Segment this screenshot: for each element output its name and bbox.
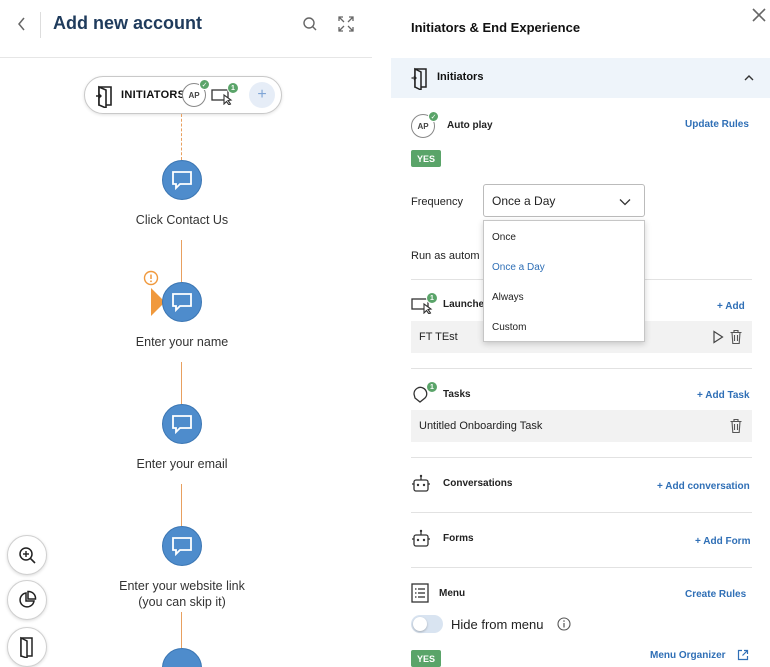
- step-label: Enter your website link (you can skip it…: [119, 579, 245, 609]
- step-label: Click Contact Us: [135, 213, 229, 227]
- expand-icon[interactable]: [337, 15, 355, 33]
- step-label: Enter your email: [136, 457, 228, 471]
- external-link-icon[interactable]: [737, 649, 749, 661]
- step-node[interactable]: [162, 282, 202, 322]
- page-title: Add new account: [53, 13, 203, 33]
- menu-list-icon: [411, 583, 429, 603]
- forms-label: Forms: [443, 533, 474, 544]
- initiators-button[interactable]: [7, 627, 47, 667]
- flow-connector: [181, 484, 182, 526]
- launcher-count-badge: 1: [426, 292, 438, 304]
- frequency-dropdown: Once Once a Day Always Custom: [483, 220, 645, 342]
- pie-chart-icon: [19, 590, 37, 608]
- launcher-count-badge: 1: [227, 82, 239, 94]
- chat-icon: [172, 293, 192, 312]
- toggle-knob: [413, 617, 427, 631]
- add-launcher-link[interactable]: + Add: [717, 301, 745, 312]
- initiators-section-header[interactable]: Initiators: [391, 58, 770, 98]
- section-divider: [411, 512, 752, 513]
- section-divider: [411, 368, 752, 369]
- task-row[interactable]: Untitled Onboarding Task: [411, 410, 752, 442]
- warning-icon[interactable]: [143, 270, 159, 286]
- option-once[interactable]: Once: [492, 232, 516, 243]
- zoom-in-button[interactable]: [7, 535, 47, 575]
- frequency-value: Once a Day: [492, 194, 556, 208]
- check-icon: ✓: [428, 111, 439, 122]
- initiators-pill[interactable]: INITIATORS AP ✓ 1 +: [84, 76, 282, 114]
- door-icon: [96, 85, 112, 108]
- task-name: Untitled Onboarding Task: [419, 420, 543, 432]
- add-form-link[interactable]: + Add Form: [695, 536, 750, 547]
- flow-connector-dashed: [181, 114, 182, 160]
- chevron-left-icon[interactable]: [14, 15, 30, 33]
- menu-status-badge: YES: [411, 650, 441, 667]
- frequency-label: Frequency: [411, 196, 463, 208]
- chevron-up-icon[interactable]: [743, 72, 755, 84]
- door-icon: [411, 67, 427, 90]
- option-custom[interactable]: Custom: [492, 322, 526, 333]
- zoom-in-icon: [19, 547, 36, 564]
- menu-organizer-link[interactable]: Menu Organizer: [650, 650, 726, 661]
- trash-icon[interactable]: [729, 329, 743, 345]
- flow-header: Add new account: [0, 0, 372, 52]
- section-divider: [411, 567, 752, 568]
- step-node[interactable]: [162, 160, 202, 200]
- section-label: Initiators: [437, 71, 484, 83]
- door-icon: [20, 636, 33, 658]
- chat-icon: [172, 537, 192, 556]
- step-node[interactable]: [162, 526, 202, 566]
- flow-connector: [181, 240, 182, 282]
- chevron-down-icon: [619, 199, 631, 206]
- analytics-button[interactable]: [7, 580, 47, 620]
- flow-connector: [181, 612, 182, 648]
- option-once-a-day[interactable]: Once a Day: [492, 262, 545, 273]
- autoplay-status-badge: YES: [411, 150, 441, 167]
- step-node[interactable]: [162, 404, 202, 444]
- menu-label: Menu: [439, 588, 466, 599]
- step-node[interactable]: [162, 648, 202, 667]
- chat-icon: [172, 415, 192, 434]
- option-always[interactable]: Always: [492, 292, 524, 303]
- section-divider: [411, 457, 752, 458]
- create-rules-link[interactable]: Create Rules: [685, 589, 746, 600]
- update-rules-link[interactable]: Update Rules: [685, 119, 749, 130]
- header-rule: [0, 57, 372, 58]
- bot-icon: [412, 474, 430, 492]
- flow-connector: [181, 362, 182, 404]
- hide-from-menu-toggle[interactable]: [411, 615, 443, 633]
- info-icon[interactable]: [557, 617, 571, 631]
- settings-panel: Initiators & End Experience Initiators A…: [391, 0, 770, 667]
- initiators-label: INITIATORS: [121, 89, 186, 101]
- add-initiator-button[interactable]: +: [249, 82, 275, 108]
- panel-title: Initiators & End Experience: [411, 20, 581, 35]
- run-as-label: Run as autom: [411, 250, 480, 262]
- trash-icon[interactable]: [729, 418, 743, 434]
- tasks-count-badge: 1: [426, 381, 438, 393]
- add-task-link[interactable]: + Add Task: [697, 390, 750, 401]
- hide-from-menu-label: Hide from menu: [451, 617, 544, 632]
- search-icon[interactable]: [302, 16, 318, 32]
- frequency-select[interactable]: Once a Day: [483, 184, 645, 217]
- step-label: Enter your name: [135, 335, 229, 349]
- flow-panel: Add new account INITIATORS AP ✓ 1 + Clic…: [0, 0, 372, 667]
- add-conversation-link[interactable]: + Add conversation: [657, 481, 750, 492]
- launchers-label: Launche: [443, 299, 485, 310]
- tasks-label: Tasks: [443, 389, 471, 400]
- conversations-label: Conversations: [443, 478, 513, 489]
- play-icon[interactable]: [712, 330, 724, 344]
- chat-icon: [172, 171, 192, 190]
- bot-icon: [412, 529, 430, 547]
- check-icon: ✓: [199, 79, 210, 90]
- header-divider: [40, 12, 41, 38]
- close-icon[interactable]: [750, 6, 768, 24]
- autoplay-label: Auto play: [447, 120, 493, 131]
- launcher-name: FT TEst: [419, 331, 458, 343]
